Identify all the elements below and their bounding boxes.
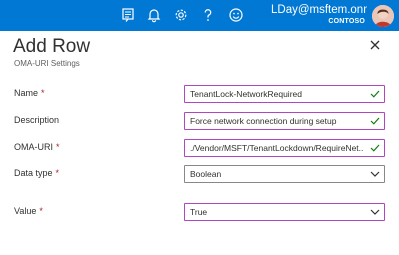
checkmark-icon: [370, 144, 380, 152]
checkmark-icon: [370, 90, 380, 98]
required-marker: *: [55, 168, 60, 178]
value-row: Value * True: [0, 203, 399, 221]
value-dropdown[interactable]: True: [184, 203, 385, 221]
close-icon: [370, 40, 380, 50]
data-type-dropdown[interactable]: Boolean: [184, 165, 385, 183]
user-account-name[interactable]: LDay@msftem.onmicro...: [271, 4, 367, 16]
description-value: Force network connection during setup: [190, 116, 337, 126]
oma-uri-value: ./Vendor/MSFT/TenantLockdown/RequireNet.…: [190, 143, 364, 153]
description-label: Description: [14, 115, 60, 125]
name-label: Name *: [14, 88, 45, 98]
data-type-value: Boolean: [190, 169, 222, 179]
chevron-down-icon: [370, 209, 380, 215]
name-value: TenantLock-NetworkRequired: [190, 89, 302, 99]
description-row: Description Force network connection dur…: [0, 112, 399, 130]
oma-uri-label: OMA-URI *: [14, 142, 60, 152]
avatar[interactable]: [372, 5, 394, 27]
page-title: Add Row: [13, 36, 91, 57]
oma-uri-field[interactable]: ./Vendor/MSFT/TenantLockdown/RequireNet.…: [184, 139, 385, 157]
feedback-icon[interactable]: [120, 7, 136, 23]
tenant-name: CONTOSO: [328, 18, 365, 25]
checkmark-icon: [370, 117, 380, 125]
description-field[interactable]: Force network connection during setup: [184, 112, 385, 130]
value-value: True: [190, 207, 208, 217]
required-marker: *: [41, 88, 45, 98]
close-button[interactable]: [368, 38, 382, 52]
smiley-icon[interactable]: [228, 7, 244, 23]
bell-icon[interactable]: [146, 7, 162, 23]
gear-icon[interactable]: [173, 7, 189, 23]
help-icon[interactable]: [200, 7, 216, 23]
name-row: Name * TenantLock-NetworkRequired: [0, 85, 399, 103]
page-subtitle: OMA-URI Settings: [14, 59, 80, 68]
data-type-label: Data type *: [14, 168, 60, 178]
chevron-down-icon: [370, 171, 380, 177]
top-bar: LDay@msftem.onmicro... CONTOSO: [0, 0, 399, 31]
data-type-row: Data type * Boolean: [0, 165, 399, 183]
oma-uri-row: OMA-URI * ./Vendor/MSFT/TenantLockdown/Re…: [0, 139, 399, 157]
required-marker: *: [56, 142, 60, 152]
required-marker: *: [39, 206, 43, 216]
value-label: Value *: [14, 206, 43, 216]
name-field[interactable]: TenantLock-NetworkRequired: [184, 85, 385, 103]
